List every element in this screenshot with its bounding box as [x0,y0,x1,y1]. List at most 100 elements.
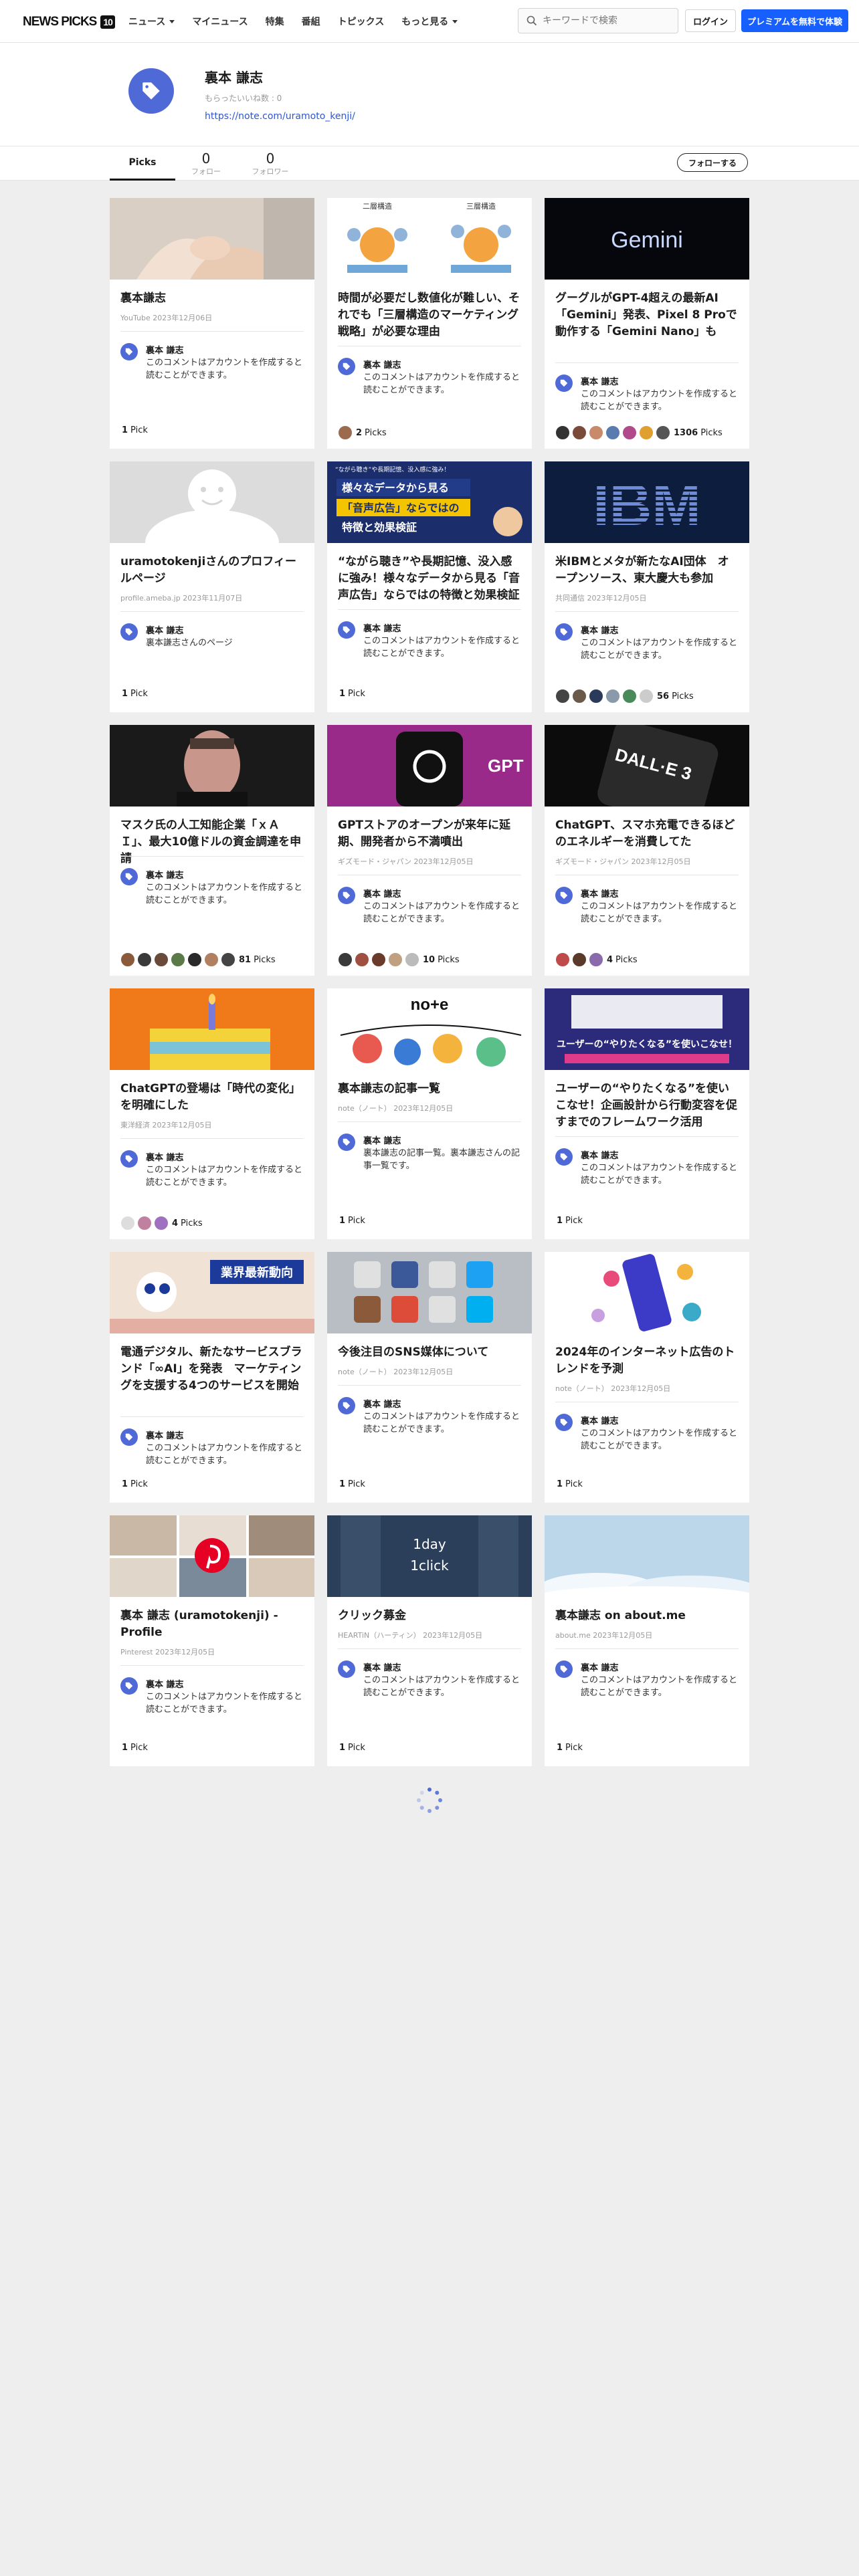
pick-count[interactable]: 1 Pick [338,1743,365,1753]
commenter-name[interactable]: 裏本 謙志 [363,358,401,370]
commenter-avatar[interactable] [555,1660,573,1678]
pick-count[interactable]: 1 Pick [338,1479,365,1489]
article-thumbnail[interactable]: ユーザーの“やりたくなる”を使いこなせ！ [545,988,749,1070]
commenter-name[interactable]: 裏本 謙志 [146,1150,184,1163]
picker-avatar[interactable] [555,952,570,967]
picker-avatar[interactable] [137,1216,152,1230]
commenter-avatar[interactable] [120,623,138,641]
article-title[interactable]: 米IBMとメタが新たなAI団体 オープンソース、東大慶大も参加 [555,554,740,587]
article-title[interactable]: クリック募金 [338,1608,522,1624]
tab-picks[interactable]: Picks [110,146,175,181]
article-thumbnail[interactable]: DALL·E 3 [545,725,749,807]
commenter-name[interactable]: 裏本 謙志 [581,1148,619,1161]
picker-avatar[interactable] [555,689,570,704]
pick-card[interactable]: IBM 米IBMとメタが新たなAI団体 オープンソース、東大慶大も参加 共同通信… [545,461,749,712]
commenter-avatar[interactable] [555,1148,573,1166]
picker-avatar[interactable] [338,952,353,967]
commenter-name[interactable]: 裏本 謙志 [581,374,619,387]
commenter-name[interactable]: 裏本 謙志 [581,887,619,899]
picker-avatar[interactable] [605,425,620,440]
commenter-avatar[interactable] [120,1677,138,1695]
pick-count[interactable]: 56 Picks [555,689,694,704]
commenter-name[interactable]: 裏本 謙志 [581,623,619,636]
commenter-avatar[interactable] [555,1414,573,1431]
nav-item-programs[interactable]: 番組 [302,15,320,28]
pick-card[interactable]: 二層構造 三層構造 時間が必要だし数値化が難しい、それでも「三層構造のマーケティン… [327,198,532,449]
pick-count[interactable]: 2 Picks [338,425,387,440]
commenter-avatar[interactable] [555,887,573,904]
article-title[interactable]: グーグルがGPT-4超えの最新AI「Gemini」発表、Pixel 8 Proで… [555,290,740,340]
article-title[interactable]: 裏本 謙志 (uramotokenji) - Profile [120,1608,305,1641]
article-title[interactable]: 2024年のインターネット広告のトレンドを予測 [555,1344,740,1378]
pick-count[interactable]: 10 Picks [338,952,460,967]
commenter-name[interactable]: 裏本 謙志 [363,1660,401,1673]
commenter-avatar[interactable] [555,374,573,392]
nav-item-more[interactable]: もっと見る [401,15,458,28]
picker-avatar[interactable] [120,952,135,967]
article-title[interactable]: 裏本謙志 on about.me [555,1608,740,1624]
picker-avatar[interactable] [154,952,169,967]
article-thumbnail[interactable]: “ながら聴き”や長期記憶、没入感に強み！ 様々なデータから見る 「音声広告」ならでは… [327,461,532,543]
pick-count[interactable]: 1 Pick [120,689,148,699]
picker-avatar[interactable] [187,952,202,967]
search-box[interactable] [518,8,678,33]
nav-item-features[interactable]: 特集 [266,15,284,28]
article-thumbnail[interactable]: 1day 1click [327,1515,532,1597]
pick-card[interactable]: DALL·E 3 ChatGPT、スマホ充電できるほどのエネルギーを消費してた … [545,725,749,976]
picker-avatar[interactable] [572,689,587,704]
picker-avatar[interactable] [405,952,419,967]
commenter-name[interactable]: 裏本 謙志 [363,1134,401,1146]
pick-card[interactable]: GPT GPTストアのオープンが来年に延期、開発者から不満噴出 ギズモード・ジャ… [327,725,532,976]
picker-avatar[interactable] [589,425,603,440]
commenter-name[interactable]: 裏本 謙志 [146,1677,184,1690]
commenter-avatar[interactable] [338,358,355,375]
commenter-avatar[interactable] [338,887,355,904]
pick-card[interactable]: 裏本謙志 on about.me about.me 2023年12月05日 裏本… [545,1515,749,1766]
picker-avatar[interactable] [639,425,654,440]
picker-avatar[interactable] [171,952,185,967]
pick-card[interactable]: マスク氏の人工知能企業「ｘＡＩ」、最大10億ドルの資金調達を申請 裏本 謙志 こ… [110,725,314,976]
commenter-avatar[interactable] [338,621,355,639]
picker-avatar[interactable] [572,425,587,440]
commenter-name[interactable]: 裏本 謙志 [146,1428,184,1441]
article-title[interactable]: uramotokenjiさんのプロフィールページ [120,554,305,587]
pick-card[interactable]: Gemini グーグルがGPT-4超えの最新AI「Gemini」発表、Pixel… [545,198,749,449]
pick-card[interactable]: 今後注目のSNS媒体について note（ノート） 2023年12月05日 裏本 … [327,1252,532,1503]
pick-card[interactable]: 1day 1click クリック募金 HEARTiN（ハーティン） 2023年12… [327,1515,532,1766]
picker-avatar[interactable] [622,425,637,440]
article-thumbnail[interactable] [545,1252,749,1333]
pick-card[interactable]: ChatGPTの登場は「時代の変化」を明確にした 東洋経済 2023年12月05… [110,988,314,1239]
picker-avatar[interactable] [572,952,587,967]
commenter-name[interactable]: 裏本 謙志 [146,343,184,356]
commenter-name[interactable]: 裏本 謙志 [363,887,401,899]
commenter-name[interactable]: 裏本 謙志 [146,623,184,636]
picker-avatar[interactable] [355,952,369,967]
article-thumbnail[interactable]: 業界最新動向 [110,1252,314,1333]
article-title[interactable]: “ながら聴き”や長期記憶、没入感に強み！様々なデータから見る「音声広告」ならでは… [338,554,522,604]
pick-count[interactable]: 1 Pick [120,425,148,435]
commenter-avatar[interactable] [120,1150,138,1168]
commenter-avatar[interactable] [338,1134,355,1151]
profile-link[interactable]: https://note.com/uramoto_kenji/ [205,111,355,122]
commenter-avatar[interactable] [338,1660,355,1678]
picker-avatar[interactable] [589,689,603,704]
picker-avatar[interactable] [656,425,670,440]
article-title[interactable]: ユーザーの“やりたくなる”を使いこなせ！企画設計から行動変容を促すまでのフレーム… [555,1081,740,1131]
commenter-avatar[interactable] [120,868,138,885]
nav-item-news[interactable]: ニュース [128,15,175,28]
article-thumbnail[interactable]: IBM [545,461,749,543]
article-thumbnail[interactable] [110,461,314,543]
article-thumbnail[interactable]: GPT [327,725,532,807]
newspicks-logo[interactable]: NEWS PICKS 10 [23,13,115,31]
pick-card[interactable]: 業界最新動向 電通デジタル、新たなサービスブランド「∞AI」を発表 マーケティン… [110,1252,314,1503]
pick-count[interactable]: 81 Picks [120,952,276,967]
pick-card[interactable]: 裏本謙志 YouTube 2023年12月06日 裏本 謙志 このコメントはアカ… [110,198,314,449]
pick-count[interactable]: 1 Pick [555,1216,583,1226]
article-title[interactable]: ChatGPT、スマホ充電できるほどのエネルギーを消費してた [555,817,740,851]
picker-avatar[interactable] [555,425,570,440]
picker-avatar[interactable] [204,952,219,967]
article-thumbnail[interactable] [327,1252,532,1333]
commenter-avatar[interactable] [338,1397,355,1414]
article-title[interactable]: 今後注目のSNS媒体について [338,1344,522,1361]
picker-avatar[interactable] [338,425,353,440]
